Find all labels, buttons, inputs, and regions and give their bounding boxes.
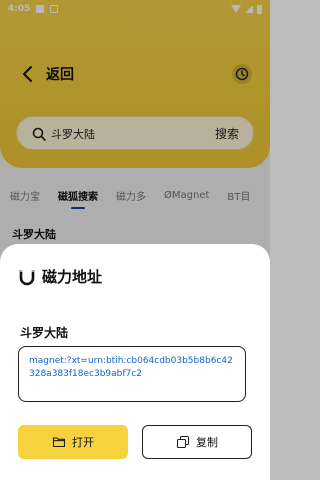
magnet-link-box[interactable]: magnet:?xt=urn:btih:cb064cdb03b5b8b6c423… [18,346,246,402]
copy-icon [176,435,190,449]
magnet-bottom-sheet: 磁力地址 斗罗大陆 magnet:?xt=urn:btih:cb064cdb03… [0,244,270,480]
magnet-icon [19,269,35,285]
sheet-title: 磁力地址 [42,268,103,286]
open-button[interactable]: 打开 [18,425,128,459]
sheet-header: 磁力地址 [18,266,102,287]
magnet-link-text[interactable]: magnet:?xt=urn:btih:cb064cdb03b5b8b6c423… [29,355,235,381]
file-name: 斗罗大陆 [20,326,69,340]
folder-icon [52,437,66,448]
open-button-label: 打开 [72,436,94,449]
copy-button-label: 复制 [196,436,218,449]
copy-button[interactable]: 复制 [142,425,252,459]
